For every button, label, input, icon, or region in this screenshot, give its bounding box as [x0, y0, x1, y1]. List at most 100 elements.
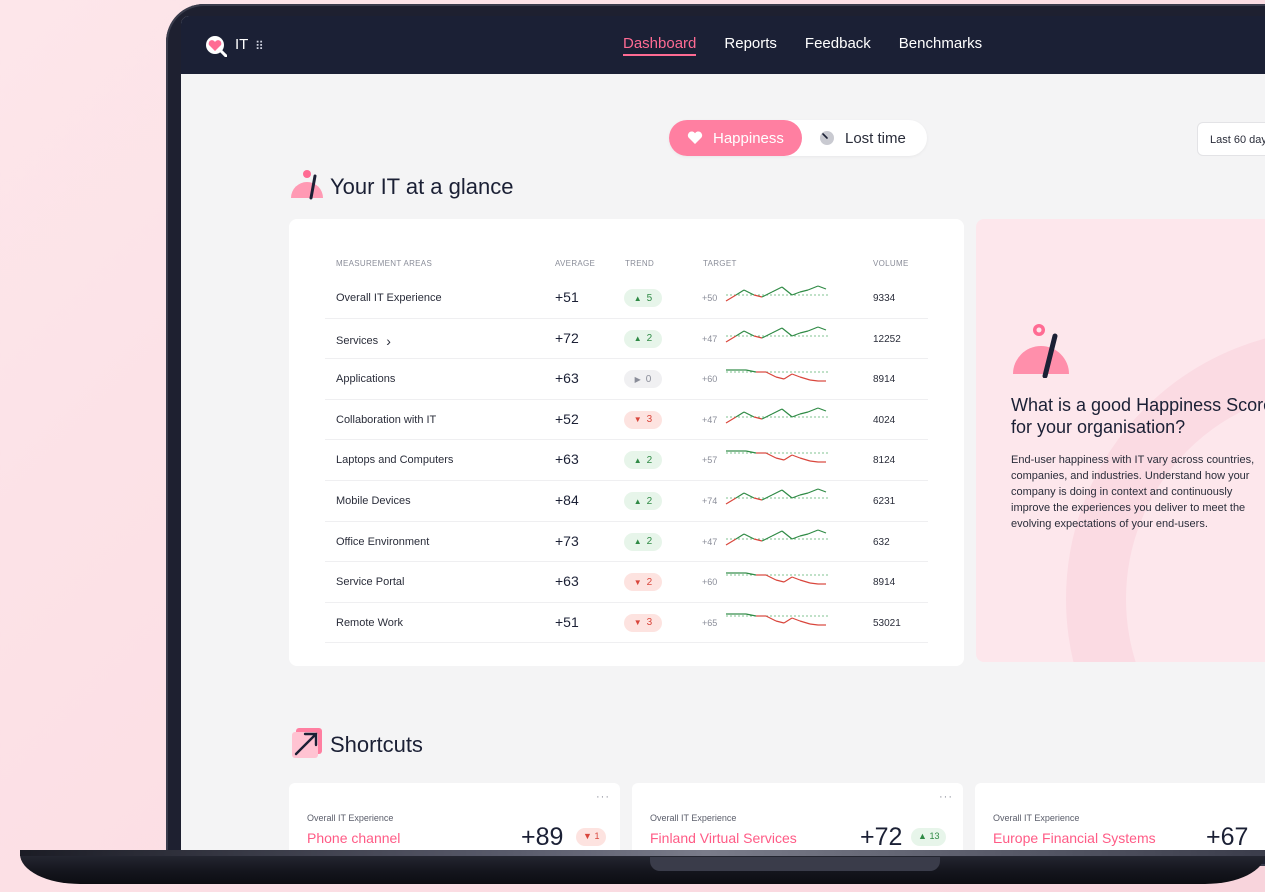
trend-badge: ▲ 2: [624, 451, 662, 470]
trend-value: 2: [646, 454, 653, 466]
nav-links: Dashboard Reports Feedback Benchmarks: [623, 35, 982, 56]
sparkline-segment: [799, 376, 811, 381]
chevron-right-icon[interactable]: ›: [386, 333, 391, 349]
trend-value: 3: [646, 414, 653, 426]
row-volume: 9334: [873, 293, 896, 304]
toggle-lost-time-label: Lost time: [845, 129, 906, 147]
sparkline-segment: [771, 530, 783, 537]
more-icon[interactable]: ···: [939, 791, 953, 803]
metric-toggle: Happiness Lost time: [669, 120, 927, 156]
sparkline-segment: [791, 494, 801, 499]
date-range-button[interactable]: Last 60 days: [1197, 122, 1265, 156]
shortcut-card-phone[interactable]: ··· Overall IT Experience Phone channel …: [289, 783, 620, 850]
trend-down-icon: ▼: [633, 415, 642, 425]
target-sparkline: [725, 407, 828, 424]
shortcut-card-europe[interactable]: Overall IT Experience Europe Financial S…: [975, 783, 1265, 850]
nav-benchmarks[interactable]: Benchmarks: [899, 35, 982, 56]
sparkline-segment: [781, 408, 793, 418]
trend-value: 5: [646, 292, 653, 304]
target-sparkline: [725, 488, 828, 505]
sparkline-segment: [735, 289, 745, 296]
sparkline-segment: [791, 413, 801, 418]
trend-badge: ▲ 2: [624, 492, 662, 510]
row-name: Laptops and Computers: [336, 454, 453, 466]
info-text: End-user happiness with IT vary across c…: [1011, 454, 1255, 530]
sparkline-segment: [799, 533, 809, 537]
sparkline-segment: [799, 457, 811, 462]
laptop-base-edge: [20, 850, 1265, 856]
sparkline-segment: [743, 289, 755, 296]
sparkline-segment: [735, 330, 745, 337]
nav-dashboard[interactable]: Dashboard: [623, 35, 697, 56]
more-icon[interactable]: ···: [596, 791, 610, 803]
trend-badge: ▲ 2: [624, 329, 662, 348]
sparkline-segment: [807, 326, 819, 332]
shortcut-card-finland[interactable]: ··· Overall IT Experience Finland Virtua…: [632, 783, 963, 850]
table-row[interactable]: Remote Work +51 ▼ 3 +65 53021: [325, 603, 928, 644]
logo-icon[interactable]: [205, 35, 227, 57]
row-name: Overall IT Experience: [336, 292, 442, 304]
happiness-info-card[interactable]: What is a good Happiness Score for your …: [976, 219, 1265, 662]
row-name-label: Laptops and Computers: [336, 454, 454, 467]
sparkline-segment: [761, 413, 773, 420]
table-row[interactable]: Mobile Devices +84 ▲ 2 +74 6231: [325, 481, 928, 522]
table-row[interactable]: Services › +72 ▲ 2 +47 12252: [325, 319, 928, 360]
nav-reports[interactable]: Reports: [724, 35, 777, 56]
row-target: +47: [702, 414, 718, 425]
nav-feedback[interactable]: Feedback: [805, 35, 871, 56]
table-row[interactable]: Service Portal +63 ▼ 2 +60 8914: [325, 562, 928, 603]
row-volume: 6231: [873, 496, 896, 507]
row-average: +63: [555, 451, 579, 468]
table-row[interactable]: Collaboration with IT +52 ▼ 3 +47 4024: [325, 400, 928, 441]
sparkline-segment: [781, 327, 793, 337]
sparkline-segment: [817, 326, 827, 331]
row-volume: 4024: [873, 414, 896, 426]
sparkline-segment: [765, 371, 777, 378]
sparkline-segment: [807, 529, 819, 535]
trend-up-icon: ▲: [633, 334, 642, 344]
heart-icon: [687, 131, 703, 144]
sparkline-segment: [735, 533, 745, 540]
table-row[interactable]: Laptops and Computers +63 ▲ 2 +57 8124: [325, 440, 928, 481]
shortcut-trend-value: 1: [594, 831, 600, 841]
header-measurement-areas: MEASUREMENT AREAS: [336, 259, 433, 268]
header-average: AVERAGE: [555, 259, 596, 268]
table-row[interactable]: Overall IT Experience +51 ▲ 5 +50 9334: [325, 278, 928, 319]
trend-badge: ▼ 2: [624, 573, 662, 592]
row-name: Collaboration with IT: [336, 414, 436, 426]
table-row[interactable]: Office Environment +73 ▲ 2 +47 632: [325, 522, 928, 563]
row-average: +51: [555, 289, 579, 305]
sparkline-segment: [791, 332, 801, 337]
toggle-lost-time[interactable]: Lost time: [819, 120, 906, 156]
table-row[interactable]: Applications +63 ▶ 0 +60 8914: [325, 359, 928, 400]
apps-grid-icon[interactable]: ⠿: [255, 39, 264, 53]
top-navigation: IT ⠿ Dashboard Reports Feedback Benchmar…: [181, 16, 1265, 74]
sparkline-segment: [765, 452, 777, 459]
trend-up-icon: ▲: [633, 496, 642, 506]
sparkline-segment: [761, 494, 773, 501]
row-name-label: Overall IT Experience: [336, 292, 442, 304]
row-name: Office Environment: [336, 536, 429, 548]
sparkline-segment: [799, 620, 811, 625]
sparkline-segment: [743, 533, 755, 540]
row-average: +72: [555, 329, 579, 346]
target-sparkline: [725, 326, 828, 343]
sparkline-segment: [771, 489, 783, 496]
sparkline-segment: [799, 492, 809, 496]
row-name: Applications: [336, 373, 395, 385]
toggle-happiness-label: Happiness: [713, 129, 784, 147]
sparkline-segment: [775, 579, 785, 583]
trend-value: 2: [646, 333, 653, 345]
sparkline-segment: [809, 460, 819, 463]
target-sparkline: [726, 369, 828, 382]
sparkline-segment: [735, 492, 745, 499]
sparkline-segment: [725, 294, 737, 302]
target-sparkline: [725, 285, 828, 302]
sparkline-segment: [775, 457, 785, 461]
row-target: +50: [702, 293, 718, 303]
sparkline-segment: [799, 330, 809, 334]
row-target: +57: [702, 455, 718, 466]
toggle-happiness[interactable]: Happiness: [669, 120, 802, 156]
trend-down-icon: ▼: [633, 618, 642, 628]
trend-down-icon: ▼: [583, 831, 592, 841]
